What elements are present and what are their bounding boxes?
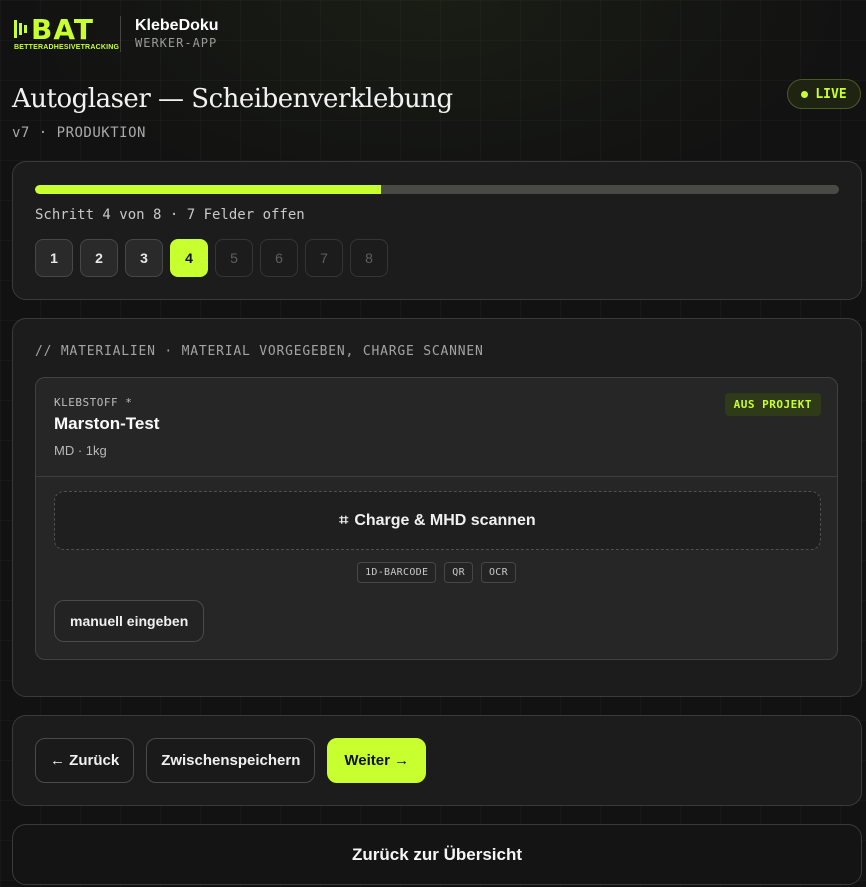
scan-type-badge: 1D-BARCODE (357, 562, 437, 583)
back-to-overview-button[interactable]: Zurück zur Übersicht (12, 824, 862, 885)
progress-bar (35, 185, 839, 194)
navigation-card: ← Zurück Zwischenspeichern Weiter → (12, 715, 862, 806)
app-identity: KlebeDoku WERKER-APP (135, 17, 219, 51)
logo-tagline: BETTERADHESIVETRACKING (14, 44, 120, 51)
material-detail: MD · 1kg (54, 443, 107, 458)
logo-text: BAT (31, 13, 94, 46)
brand-logo: BAT BETTERADHESIVETRACKING (14, 14, 119, 54)
logo-mark: BAT (14, 16, 94, 44)
step-button-2[interactable]: 2 (80, 239, 118, 277)
header-divider (120, 16, 121, 52)
step-button-6[interactable]: 6 (260, 239, 298, 277)
step-button-7[interactable]: 7 (305, 239, 343, 277)
step-button-3[interactable]: 3 (125, 239, 163, 277)
status-dot-icon (801, 90, 809, 98)
live-label: LIVE (815, 86, 847, 102)
progress-bar-fill (35, 185, 381, 194)
progress-card: Schritt 4 von 8 · 7 Felder offen 1 2 3 4… (12, 161, 862, 300)
page-title: Autoglaser — Scheibenverklebung (12, 84, 453, 114)
step-button-5[interactable]: 5 (215, 239, 253, 277)
save-draft-button[interactable]: Zwischenspeichern (146, 738, 316, 783)
material-name: Marston-Test (54, 414, 160, 433)
scan-charge-button[interactable]: ⌗ Charge & MHD scannen (54, 491, 821, 550)
scan-frame-icon: ⌗ (339, 511, 349, 529)
material-header: KLEBSTOFF * Marston-Test MD · 1kg AUS PR… (36, 378, 837, 477)
navigation-buttons: ← Zurück Zwischenspeichern Weiter → (35, 738, 427, 783)
material-item: KLEBSTOFF * Marston-Test MD · 1kg AUS PR… (35, 377, 838, 660)
back-button[interactable]: ← Zurück (35, 738, 135, 783)
scan-type-badge: OCR (480, 562, 516, 583)
scan-type-list: 1D-BARCODE QR OCR (36, 562, 837, 583)
step-button-1[interactable]: 1 (35, 239, 73, 277)
live-status-badge: LIVE (787, 79, 861, 109)
material-kind-label: KLEBSTOFF * (54, 396, 133, 409)
app-name: KlebeDoku (135, 17, 219, 34)
logo-bars-icon (14, 20, 27, 38)
step-navigator: 1 2 3 4 5 6 7 8 (35, 239, 388, 277)
scan-type-badge: QR (444, 562, 473, 583)
manual-entry-button[interactable]: manuell eingeben (54, 600, 205, 642)
progress-text: Schritt 4 von 8 · 7 Felder offen (35, 207, 305, 223)
materials-card: // MATERIALIEN · MATERIAL VORGEGEBEN, CH… (12, 318, 862, 697)
scan-label: Charge & MHD scannen (354, 511, 536, 529)
project-source-badge: AUS PROJEKT (724, 393, 821, 416)
next-button[interactable]: Weiter → (327, 738, 427, 783)
step-button-8[interactable]: 8 (350, 239, 388, 277)
app-header: BAT BETTERADHESIVETRACKING KlebeDoku WER… (14, 14, 219, 54)
step-button-4[interactable]: 4 (170, 239, 208, 277)
section-label: // MATERIALIEN · MATERIAL VORGEGEBEN, CH… (35, 344, 484, 359)
app-subtitle: WERKER-APP (135, 36, 218, 50)
version-line: v7 · PRODUKTION (12, 125, 146, 141)
